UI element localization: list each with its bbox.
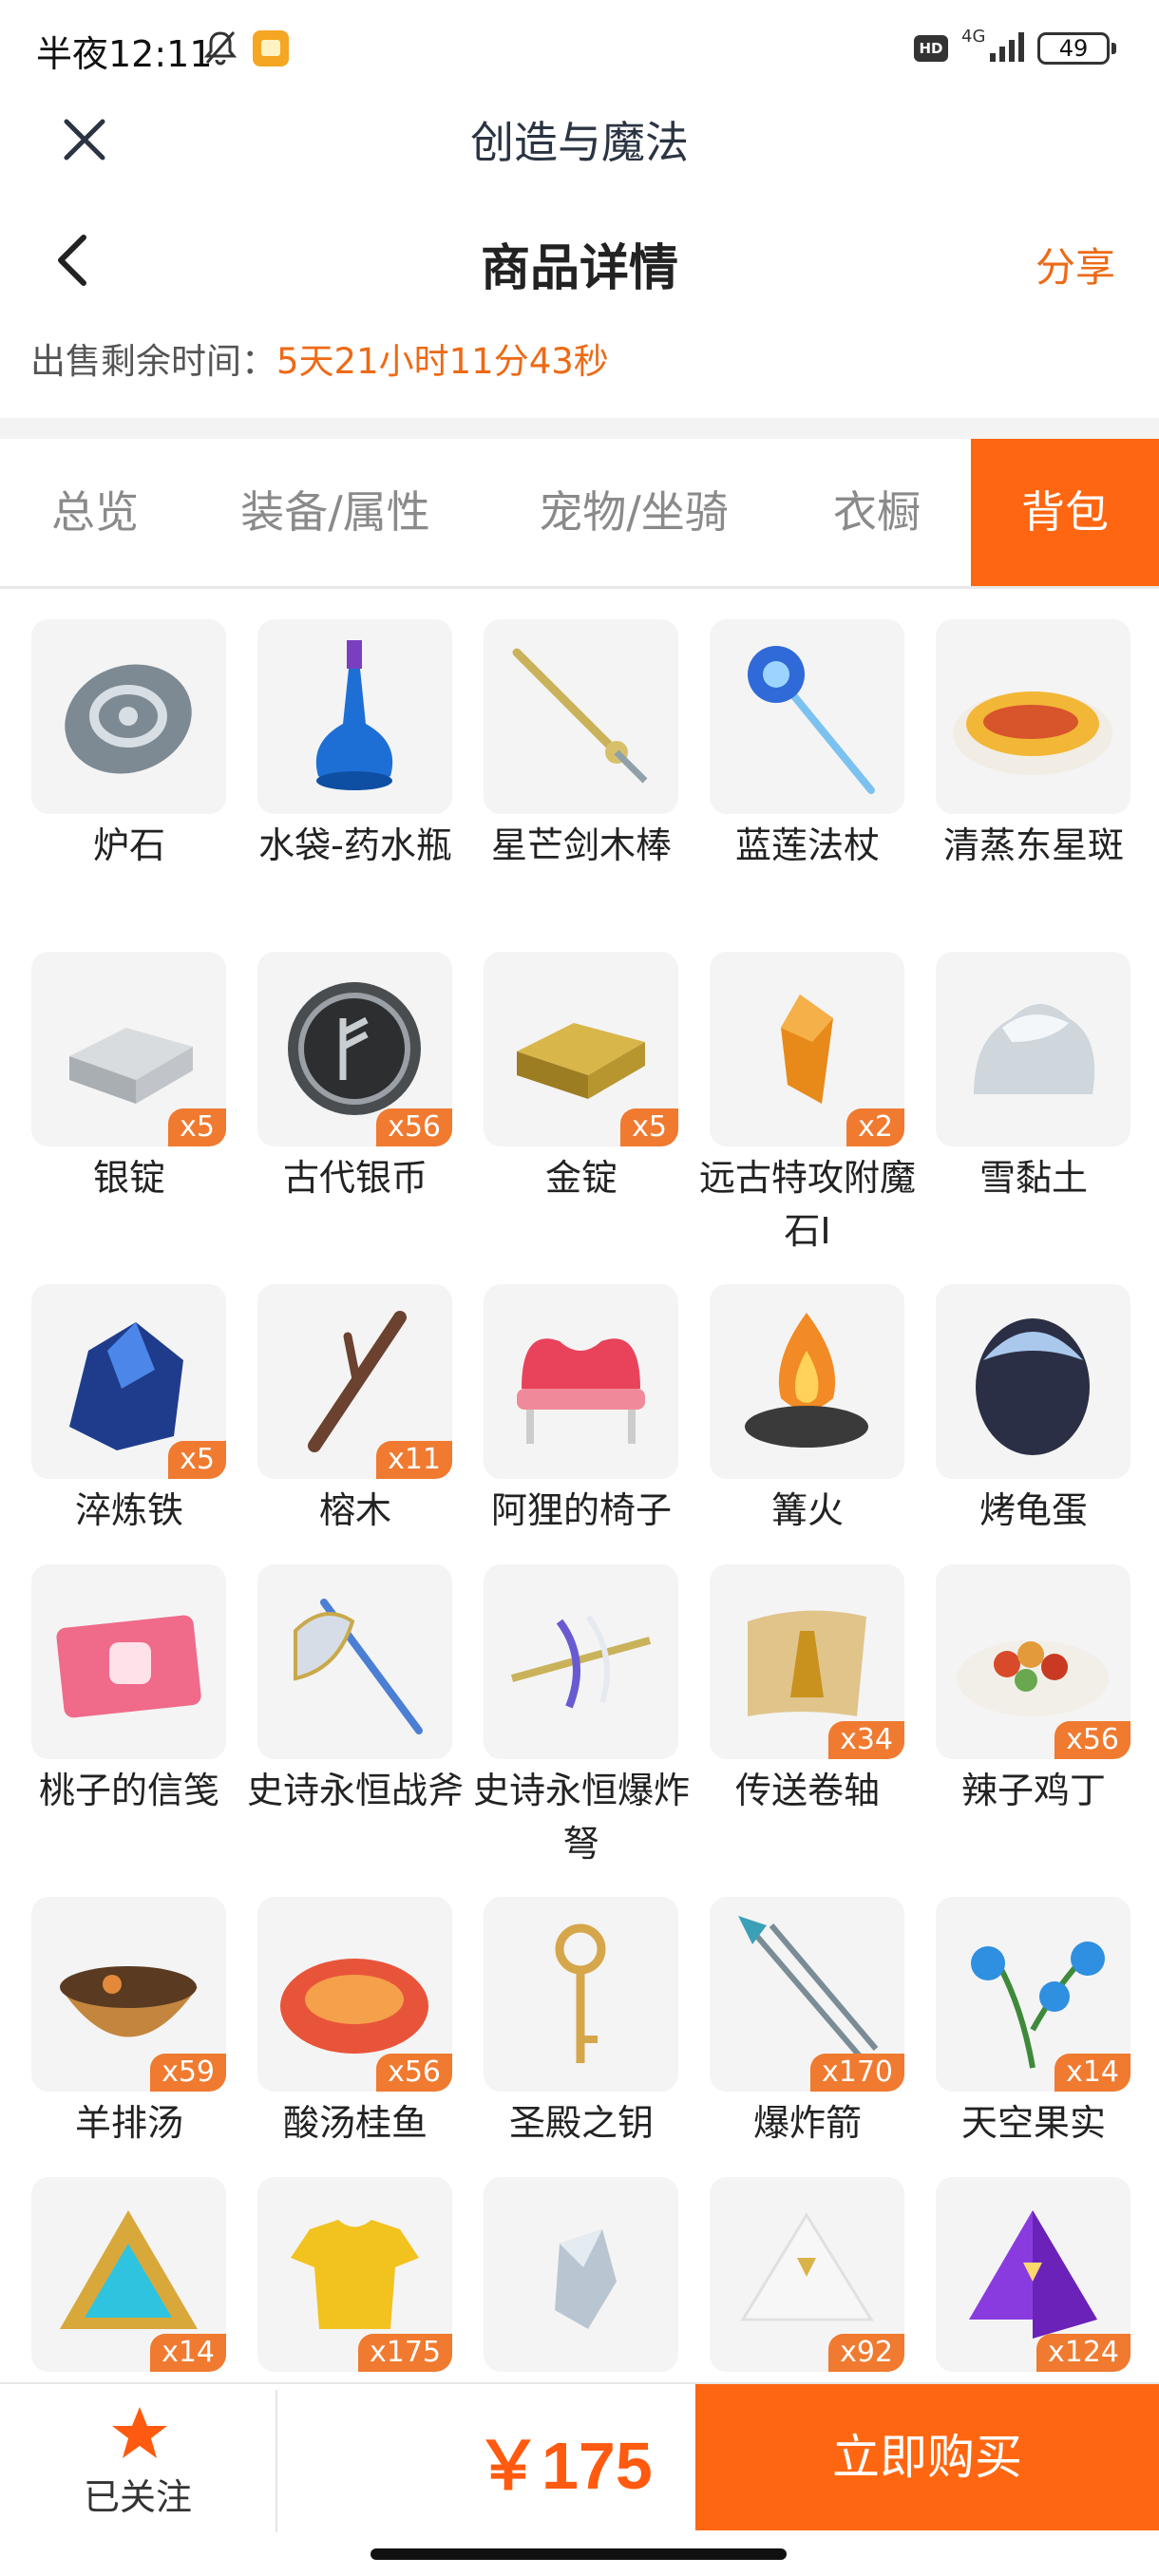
item-count-badge: x14: [150, 2334, 226, 2372]
tab-overview[interactable]: 总览: [10, 439, 180, 586]
potion-bottle-icon: [315, 640, 393, 790]
item-name: 阿狸的椅子: [490, 1489, 672, 1531]
item-name: 烤龟蛋: [978, 1489, 1088, 1531]
item-name: 金锭: [544, 1157, 618, 1199]
item-name: 银锭: [92, 1157, 165, 1199]
snow-clay-icon: [974, 1004, 1095, 1094]
crossbow-icon: [510, 1615, 652, 1709]
signal-icon: [990, 32, 1024, 62]
item-count-badge: x11: [376, 1441, 452, 1479]
bottom-action-bar: 已关注 ￥175 立即购买: [0, 2382, 1159, 2534]
item-name: 清蒸东星斑: [942, 824, 1124, 866]
item-count-badge: x124: [1036, 2334, 1130, 2372]
network-type: 4G: [961, 27, 986, 47]
item-count-badge: x34: [828, 1721, 904, 1759]
item-count-badge: x56: [1054, 1721, 1130, 1759]
item-name: 圣殿之钥: [508, 2102, 654, 2144]
battle-axe-icon: [294, 1599, 423, 1734]
home-indicator[interactable]: [370, 2548, 787, 2560]
item-count-badge: x5: [620, 1108, 678, 1146]
bottom-divider: [276, 2390, 277, 2532]
item-name: 爆炸箭: [752, 2102, 862, 2144]
app-title-bar: 创造与魔法: [0, 95, 1159, 180]
item-count-badge: x92: [828, 2334, 904, 2372]
item-name: 传送卷轴: [734, 1770, 880, 1811]
item-name: 桃子的信笺: [38, 1770, 219, 1811]
item-name: 酸汤桂鱼: [282, 2102, 428, 2144]
item-count-badge: x170: [809, 2054, 904, 2092]
item-name: 星芒剑木棒: [490, 824, 672, 866]
mute-bell-icon: [203, 31, 238, 66]
item-count-badge: x14: [1054, 2054, 1130, 2092]
item-count-badge: x5: [168, 1441, 226, 1479]
tab-backpack[interactable]: 背包: [971, 439, 1159, 586]
tab-pets[interactable]: 宠物/坐骑: [509, 439, 758, 586]
item-name: 炉石: [92, 824, 165, 866]
item-name: 雪黏土: [978, 1157, 1088, 1199]
section-divider: [0, 418, 1159, 439]
tab-wardrobe[interactable]: 衣橱: [808, 439, 946, 586]
tab-equipment[interactable]: 装备/属性: [211, 439, 460, 586]
item-name: 古代银币: [282, 1157, 428, 1199]
item-name: 榕木: [318, 1489, 391, 1531]
item-count-badge: x56: [376, 2054, 452, 2092]
app-title: 创造与魔法: [470, 117, 689, 168]
sword-icon: [512, 648, 648, 784]
item-name: 辣子鸡丁: [960, 1770, 1106, 1811]
app-notification-icon: [253, 30, 289, 66]
item-count-badge: x2: [846, 1108, 904, 1146]
status-time: 半夜12:11: [36, 33, 213, 75]
item-name: 史诗永恒爆炸弩: [472, 1770, 690, 1865]
hd-badge: HD: [914, 35, 948, 62]
star-icon: [112, 2407, 167, 2458]
item-count-badge: x59: [150, 2054, 226, 2092]
hearthstone-icon: [65, 664, 192, 774]
ahri-chair-icon: [517, 1338, 645, 1444]
turtle-egg-icon: [976, 1318, 1090, 1455]
countdown-value: 5天21小时11分43秒: [276, 341, 609, 382]
buy-now-button[interactable]: 立即购买: [695, 2384, 1159, 2530]
page-header: 商品详情 分享: [0, 218, 1159, 304]
lotus-staff-icon: [748, 646, 875, 794]
sale-countdown: 出售剩余时间：5天21小时11分43秒: [30, 332, 609, 384]
item-name: 淬炼铁: [74, 1489, 183, 1531]
item-count-badge: x175: [357, 2334, 452, 2372]
item-count-badge: x5: [168, 1108, 226, 1146]
price: ￥175: [475, 2429, 653, 2503]
letter-icon: [56, 1615, 201, 1718]
crystal-shard-icon: [555, 2229, 617, 2329]
tab-bar: 总览 装备/属性 宠物/坐骑 衣橱 背包: [0, 439, 1159, 589]
item-name: 羊排汤: [74, 2102, 183, 2144]
follow-label: 已关注: [83, 2476, 192, 2518]
item-name: 天空果实: [960, 2102, 1106, 2144]
countdown-label: 出售剩余时间：: [30, 341, 276, 382]
item-name: 史诗永恒战斧: [246, 1770, 464, 1811]
steamed-fish-icon: [953, 691, 1112, 775]
status-bar: 半夜12:11 HD 4G 49: [0, 0, 1159, 95]
follow-button[interactable]: 已关注: [38, 2403, 238, 2527]
campfire-icon: [745, 1313, 868, 1448]
temple-key-icon: [555, 1923, 606, 2063]
item-name: 蓝莲法杖: [734, 824, 880, 866]
item-name: 篝火: [770, 1489, 844, 1531]
item-name: 水袋-药水瓶: [258, 824, 452, 866]
item-count-badge: x56: [376, 1108, 452, 1146]
page-title: 商品详情: [480, 240, 678, 297]
item-name: 远古特攻附魔石Ⅰ: [698, 1157, 916, 1252]
battery-icon: 49: [1037, 32, 1116, 65]
share-button[interactable]: 分享: [1036, 236, 1115, 294]
